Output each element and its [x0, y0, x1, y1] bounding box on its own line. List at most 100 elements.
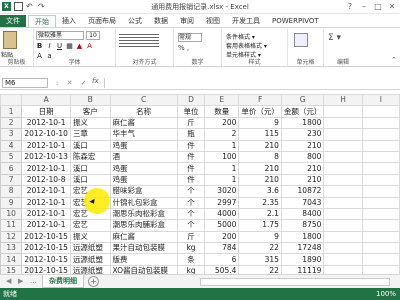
- cell-quantity[interactable]: 5000: [204, 219, 240, 232]
- row-header[interactable]: 2: [0, 116, 23, 130]
- row-header[interactable]: 9: [0, 196, 23, 209]
- name-box[interactable]: M6: [2, 78, 48, 88]
- font-size-select[interactable]: 10: [86, 31, 100, 40]
- row-header[interactable]: 14: [0, 253, 23, 266]
- cell-empty[interactable]: [323, 185, 363, 198]
- cell-date[interactable]: 2012-10-1: [21, 185, 71, 198]
- cell-amount[interactable]: 17248: [280, 242, 325, 255]
- tab-insert[interactable]: 插入: [56, 15, 82, 27]
- cell-date[interactable]: 2012-10-1: [21, 139, 71, 152]
- cell-date[interactable]: 2012-10-15: [21, 230, 71, 244]
- tab-powerpivot[interactable]: POWERPIVOT: [266, 15, 325, 27]
- tab-formulas[interactable]: 公式: [122, 15, 148, 27]
- tab-file[interactable]: 文件: [0, 15, 26, 27]
- cell-price[interactable]: 单价（元）: [238, 105, 282, 118]
- cell-date[interactable]: 2012-10-1: [21, 116, 71, 130]
- cell-empty[interactable]: [361, 128, 400, 141]
- cell-unit[interactable]: 件: [176, 162, 206, 175]
- font-name-select[interactable]: 微软雅黑: [36, 31, 84, 40]
- cell-date[interactable]: 2012-10-1: [21, 162, 71, 175]
- row-header[interactable]: 13: [0, 242, 23, 255]
- cell-name[interactable]: 潮思乐肉松彩盒: [109, 207, 178, 221]
- cell-empty[interactable]: [361, 116, 400, 130]
- cell-date[interactable]: 2012-10-13: [21, 150, 71, 164]
- cell-name[interactable]: 华丰气: [109, 128, 178, 141]
- cell-amount[interactable]: 210: [280, 162, 325, 175]
- cell-quantity[interactable]: 100: [204, 150, 240, 164]
- cell-price[interactable]: 115: [238, 128, 282, 141]
- font-color-icon[interactable]: A: [86, 42, 93, 50]
- cell-price[interactable]: 22: [238, 242, 282, 255]
- tab-view[interactable]: 视图: [200, 15, 226, 27]
- cell-price[interactable]: 9: [238, 116, 282, 130]
- cell-customer[interactable]: 陈森宏: [69, 150, 111, 164]
- column-header[interactable]: H: [323, 93, 363, 107]
- fill-color-icon[interactable]: ▲: [76, 42, 83, 50]
- cell-price[interactable]: 210: [238, 173, 282, 187]
- cell-empty[interactable]: [323, 128, 363, 141]
- cell-empty[interactable]: [323, 150, 363, 164]
- cell-unit[interactable]: 个: [176, 207, 206, 221]
- cell-amount[interactable]: 7043: [280, 196, 325, 209]
- cell-unit[interactable]: 件: [176, 139, 206, 152]
- cell-customer[interactable]: 溪口: [69, 162, 111, 175]
- select-all-corner[interactable]: [0, 93, 23, 107]
- help-icon[interactable]: ?: [344, 1, 356, 12]
- tab-page-layout[interactable]: 页面布局: [82, 15, 122, 27]
- row-header[interactable]: 7: [0, 173, 23, 187]
- cell-empty[interactable]: [361, 219, 400, 232]
- cell-name[interactable]: 鸡蛋: [109, 173, 178, 187]
- cell-empty[interactable]: [361, 230, 400, 244]
- cell-empty[interactable]: [323, 139, 363, 152]
- row-header[interactable]: 1: [0, 105, 23, 118]
- sheet-more-icon[interactable]: …: [30, 277, 37, 285]
- paste-icon[interactable]: [3, 31, 17, 49]
- column-header[interactable]: E: [204, 93, 240, 107]
- cell-price[interactable]: 2.1: [238, 207, 282, 221]
- cell-price[interactable]: 210: [238, 139, 282, 152]
- row-header[interactable]: 3: [0, 128, 23, 141]
- collapse-ribbon-icon[interactable]: ⌃: [391, 56, 397, 64]
- cell-empty[interactable]: [323, 116, 363, 130]
- sheet-next-icon[interactable]: ▶: [18, 277, 23, 285]
- cell-empty[interactable]: [361, 139, 400, 152]
- tab-review[interactable]: 审阅: [174, 15, 200, 27]
- cell-date[interactable]: 2012-10-15: [21, 253, 71, 266]
- cell-customer[interactable]: 溪口: [69, 139, 111, 152]
- cell-unit[interactable]: 条: [176, 253, 206, 266]
- cell-empty[interactable]: [323, 196, 363, 209]
- cell-unit[interactable]: 件: [176, 173, 206, 187]
- redo-icon[interactable]: ↷: [38, 2, 47, 11]
- cell-price[interactable]: 315: [238, 253, 282, 266]
- cell-name[interactable]: 什锦礼包彩盒: [109, 196, 178, 209]
- cell-unit[interactable]: 单位: [176, 105, 206, 118]
- sheet-prev-icon[interactable]: ◀: [6, 277, 11, 285]
- cell-quantity[interactable]: 4000: [204, 207, 240, 221]
- border-icon[interactable]: ▦: [66, 42, 73, 50]
- cell-amount[interactable]: 230: [280, 128, 325, 141]
- tab-home[interactable]: 开始: [28, 15, 56, 27]
- conditional-format-button[interactable]: 条件格式 ▾: [226, 32, 255, 41]
- tab-developer[interactable]: 开发工具: [226, 15, 266, 27]
- row-header[interactable]: 11: [0, 219, 23, 232]
- cell-quantity[interactable]: 1: [204, 162, 240, 175]
- cell-name[interactable]: 名称: [109, 105, 178, 118]
- cell-empty[interactable]: [361, 242, 400, 255]
- cell-quantity[interactable]: 数量: [204, 105, 240, 118]
- cell-empty[interactable]: [361, 150, 400, 164]
- column-header[interactable]: I: [361, 93, 400, 107]
- cell-unit[interactable]: 斤: [176, 116, 206, 130]
- insert-function-icon[interactable]: fx: [92, 77, 99, 85]
- cell-price[interactable]: 1.75: [238, 219, 282, 232]
- cell-amount[interactable]: 1800: [280, 116, 325, 130]
- number-format-select[interactable]: 常规: [178, 33, 202, 42]
- save-icon[interactable]: [14, 2, 23, 11]
- cell-empty[interactable]: [323, 207, 363, 221]
- cell-quantity[interactable]: 200: [204, 116, 240, 130]
- cell-empty[interactable]: [361, 162, 400, 175]
- column-header[interactable]: F: [238, 93, 282, 107]
- cell-price[interactable]: 8: [238, 150, 282, 164]
- cell-unit[interactable]: 个: [176, 196, 206, 209]
- italic-icon[interactable]: I: [46, 42, 53, 50]
- column-header[interactable]: G: [280, 93, 325, 107]
